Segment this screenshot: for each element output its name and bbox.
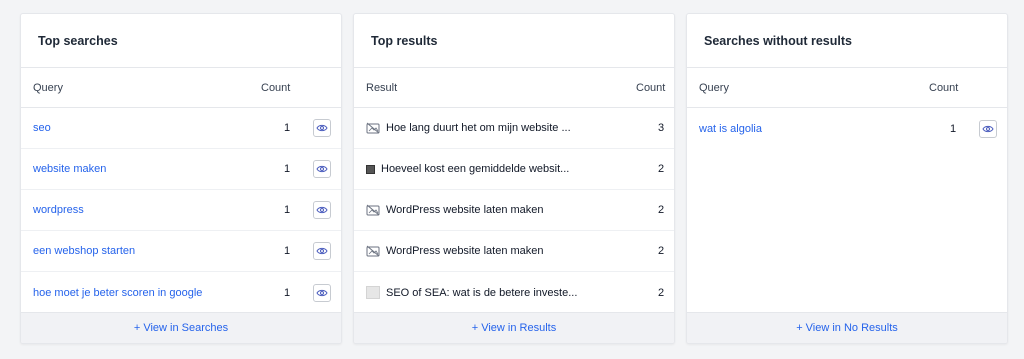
query-link[interactable]: website maken xyxy=(33,163,106,175)
view-button[interactable] xyxy=(313,119,331,137)
eye-icon xyxy=(982,125,994,132)
table-row: website maken 1 xyxy=(21,149,341,190)
result-title: Hoe lang duurt het om mijn website ... xyxy=(386,122,571,134)
query-link[interactable]: seo xyxy=(33,122,51,134)
image-off-icon xyxy=(366,204,380,216)
column-count: Count xyxy=(261,81,291,94)
card-header: Top searches xyxy=(21,14,341,68)
eye-icon xyxy=(316,247,328,255)
view-button[interactable] xyxy=(313,283,331,302)
card-title: Searches without results xyxy=(704,33,852,48)
count-value: 1 xyxy=(284,245,291,257)
count-value: 1 xyxy=(284,204,291,216)
query-link[interactable]: hoe moet je beter scoren in google xyxy=(33,287,202,299)
card-title: Top results xyxy=(371,33,438,48)
table-row[interactable]: WordPress website laten maken 2 xyxy=(354,231,674,272)
table-row: seo 1 xyxy=(21,108,341,149)
column-count: Count xyxy=(929,81,959,94)
top-results-card: Top results Result Count Hoe lang duurt … xyxy=(353,13,675,344)
result-title: WordPress website laten maken xyxy=(386,204,544,216)
view-button[interactable] xyxy=(313,242,331,260)
count-value: 1 xyxy=(284,122,291,134)
result-title: WordPress website laten maken xyxy=(386,245,544,257)
query-link[interactable]: wordpress xyxy=(33,204,84,216)
table-row[interactable]: WordPress website laten maken 2 xyxy=(354,190,674,231)
top-searches-card: Top searches Query Count seo 1 website m… xyxy=(20,13,342,344)
eye-icon xyxy=(316,206,328,214)
column-result: Result xyxy=(366,81,398,94)
card-title: Top searches xyxy=(38,33,118,48)
table-row[interactable]: Hoe lang duurt het om mijn website ... 3 xyxy=(354,108,674,149)
view-in-searches-link[interactable]: + View in Searches xyxy=(21,312,341,343)
query-link[interactable]: een webshop starten xyxy=(33,245,135,257)
view-in-no-results-link[interactable]: + View in No Results xyxy=(687,312,1007,343)
column-query: Query xyxy=(699,81,729,94)
table-row: wordpress 1 xyxy=(21,190,341,231)
view-button[interactable] xyxy=(979,119,997,138)
table-row: een webshop starten 1 xyxy=(21,231,341,272)
result-title: Hoeveel kost een gemiddelde websit... xyxy=(381,163,570,175)
column-query: Query xyxy=(33,81,63,94)
result-thumbnail xyxy=(366,164,375,174)
no-results-list: wat is algolia 1 xyxy=(687,108,1007,313)
table-row[interactable]: Hoeveel kost een gemiddelde websit... 2 xyxy=(354,149,674,190)
count-value: 1 xyxy=(284,163,291,175)
top-results-list: Hoe lang duurt het om mijn website ... 3… xyxy=(354,108,674,313)
column-header-row: Query Count xyxy=(687,68,1007,108)
table-row[interactable]: SEO of SEA: wat is de betere investe... … xyxy=(354,272,674,313)
image-off-icon xyxy=(366,245,380,257)
view-button[interactable] xyxy=(313,201,331,219)
count-value: 1 xyxy=(950,122,957,135)
view-button[interactable] xyxy=(313,160,331,178)
query-link[interactable]: wat is algolia xyxy=(699,123,762,135)
count-value: 3 xyxy=(658,122,665,134)
searches-without-results-card: Searches without results Query Count wat… xyxy=(686,13,1008,344)
eye-icon xyxy=(316,289,328,296)
image-off-icon xyxy=(366,122,380,134)
analytics-page: Top searches Query Count seo 1 website m… xyxy=(0,0,1024,359)
column-count: Count xyxy=(636,81,666,94)
top-searches-list: seo 1 website maken 1 wordpress 1 een we… xyxy=(21,108,341,313)
count-value: 2 xyxy=(658,245,665,257)
count-value: 2 xyxy=(658,163,665,175)
eye-icon xyxy=(316,124,328,132)
count-value: 1 xyxy=(284,286,291,299)
count-value: 2 xyxy=(658,204,665,216)
card-header: Searches without results xyxy=(687,14,1007,68)
view-in-results-link[interactable]: + View in Results xyxy=(354,312,674,343)
table-row: wat is algolia 1 xyxy=(687,108,1007,149)
column-header-row: Result Count xyxy=(354,68,674,108)
table-row: hoe moet je beter scoren in google 1 xyxy=(21,272,341,313)
result-title: SEO of SEA: wat is de betere investe... xyxy=(386,286,578,299)
result-thumbnail xyxy=(366,286,380,299)
count-value: 2 xyxy=(658,286,665,299)
eye-icon xyxy=(316,165,328,173)
column-header-row: Query Count xyxy=(21,68,341,108)
card-header: Top results xyxy=(354,14,674,68)
